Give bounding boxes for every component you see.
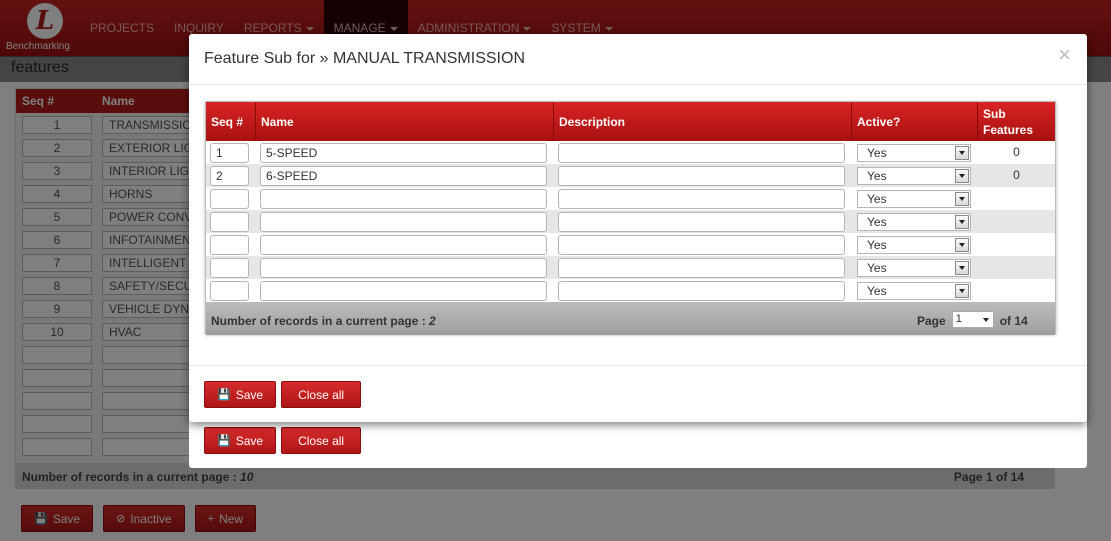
active-select[interactable]: Yes (857, 213, 971, 231)
pager: Page 1 of 14 (917, 311, 1028, 328)
header-seq[interactable]: Seq # (206, 102, 256, 141)
floppy-icon: 💾 (217, 389, 231, 401)
table-row: 2 6-SPEED Yes 0 (206, 164, 1055, 187)
sub-feature-grid: Seq # Name Description Active? Sub Featu… (205, 101, 1056, 335)
chevron-down-icon[interactable] (955, 238, 969, 252)
seq-input[interactable] (210, 189, 249, 209)
header-description[interactable]: Description (554, 102, 852, 141)
name-input[interactable] (260, 281, 547, 301)
sub-feature-grid-footer: Number of records in a current page : 2 … (206, 302, 1055, 335)
seq-input[interactable]: 2 (210, 166, 249, 186)
name-input[interactable]: 6-SPEED (260, 166, 547, 186)
modal-footer: 💾 Save Close all (189, 365, 1087, 422)
parent-save-button[interactable]: 💾 Save (204, 427, 277, 454)
table-row: 1 5-SPEED Yes 0 (206, 141, 1055, 164)
description-input[interactable] (558, 281, 845, 301)
seq-input[interactable] (210, 235, 249, 255)
seq-input[interactable] (210, 212, 249, 232)
sub-features-count (977, 279, 1056, 302)
header-active[interactable]: Active? (852, 102, 978, 141)
active-select[interactable]: Yes (857, 282, 971, 300)
seq-input[interactable]: 1 (210, 143, 249, 163)
chevron-down-icon[interactable] (955, 146, 969, 160)
description-input[interactable] (558, 235, 845, 255)
description-input[interactable] (558, 143, 845, 163)
sub-features-count (977, 187, 1056, 210)
table-row: Yes (206, 187, 1055, 210)
table-row: Yes (206, 256, 1055, 279)
chevron-down-icon[interactable] (955, 284, 969, 298)
active-select[interactable]: Yes (857, 236, 971, 254)
name-input[interactable] (260, 235, 547, 255)
sub-feature-grid-header: Seq # Name Description Active? Sub Featu… (206, 102, 1055, 141)
description-input[interactable] (558, 258, 845, 278)
active-select[interactable]: Yes (857, 144, 971, 162)
modal-actions: 💾 Save Close all (204, 381, 362, 408)
name-input[interactable] (260, 189, 547, 209)
chevron-down-icon[interactable] (955, 261, 969, 275)
parent-close-all-button[interactable]: Close all (281, 427, 362, 454)
sub-features-count (977, 233, 1056, 256)
modal-title: Feature Sub for » MANUAL TRANSMISSION (204, 50, 525, 67)
close-icon[interactable]: × (1058, 44, 1071, 66)
seq-input[interactable] (210, 281, 249, 301)
floppy-icon: 💾 (217, 435, 231, 447)
description-input[interactable] (558, 166, 845, 186)
sub-features-count (977, 256, 1056, 279)
parent-modal-actions: 💾 Save Close all (204, 427, 362, 454)
description-input[interactable] (558, 212, 845, 232)
seq-input[interactable] (210, 258, 249, 278)
sub-features-count: 0 (1013, 168, 1020, 182)
name-input[interactable] (260, 258, 547, 278)
name-input[interactable]: 5-SPEED (260, 143, 547, 163)
sub-features-count (977, 210, 1056, 233)
modal-header: Feature Sub for » MANUAL TRANSMISSION × (189, 34, 1087, 85)
save-button[interactable]: 💾 Save (204, 381, 277, 408)
table-row: Yes (206, 233, 1055, 256)
chevron-down-icon[interactable] (955, 215, 969, 229)
name-input[interactable] (260, 212, 547, 232)
close-all-button[interactable]: Close all (281, 381, 362, 408)
record-count: Number of records in a current page : 2 (211, 314, 436, 328)
feature-sub-modal: Feature Sub for » MANUAL TRANSMISSION × … (189, 34, 1087, 422)
header-name[interactable]: Name (256, 102, 554, 141)
header-sub-features[interactable]: Sub Features (978, 102, 1057, 141)
active-select[interactable]: Yes (857, 190, 971, 208)
description-input[interactable] (558, 189, 845, 209)
chevron-down-icon[interactable] (955, 169, 969, 183)
table-row: Yes (206, 279, 1055, 302)
table-row: Yes (206, 210, 1055, 233)
chevron-down-icon[interactable] (955, 192, 969, 206)
sub-features-count: 0 (1013, 145, 1020, 159)
page-select[interactable]: 1 (951, 311, 994, 328)
active-select[interactable]: Yes (857, 259, 971, 277)
active-select[interactable]: Yes (857, 167, 971, 185)
